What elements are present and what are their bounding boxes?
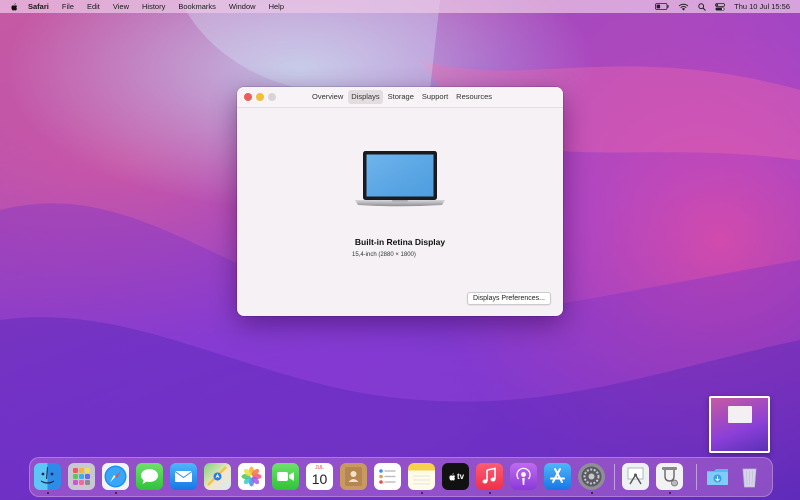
downloads-folder-icon[interactable] — [704, 463, 731, 490]
notes-icon[interactable] — [408, 463, 435, 490]
tab-resources[interactable]: Resources — [453, 90, 495, 104]
messages-icon[interactable] — [136, 463, 163, 490]
maps-icon[interactable] — [204, 463, 231, 490]
menu-window[interactable]: Window — [229, 2, 256, 11]
close-button[interactable] — [244, 93, 252, 101]
trash-icon[interactable] — [736, 463, 763, 490]
preview-icon[interactable] — [622, 463, 649, 490]
control-center-icon[interactable] — [715, 2, 726, 11]
minimize-button[interactable] — [256, 93, 264, 101]
system-information-icon[interactable] — [656, 463, 683, 490]
menu-bar: Safari File Edit View History Bookmarks … — [0, 0, 800, 13]
dock-separator — [614, 464, 615, 490]
app-store-icon[interactable] — [544, 463, 571, 490]
running-indicator — [421, 492, 423, 494]
facetime-icon[interactable] — [272, 463, 299, 490]
menu-help[interactable]: Help — [269, 2, 284, 11]
tab-storage[interactable]: Storage — [385, 90, 417, 104]
search-icon[interactable] — [698, 2, 707, 11]
system-preferences-icon[interactable] — [578, 463, 605, 490]
dock: JUL 10 tv — [29, 457, 773, 497]
wifi-icon[interactable] — [678, 3, 689, 11]
menu-bookmarks[interactable]: Bookmarks — [178, 2, 216, 11]
running-indicator — [47, 492, 49, 494]
mail-icon[interactable] — [170, 463, 197, 490]
zoom-button — [268, 93, 276, 101]
menu-view[interactable]: View — [113, 2, 129, 11]
running-indicator — [489, 492, 491, 494]
apple-menu-icon[interactable] — [9, 2, 19, 12]
podcasts-icon[interactable] — [510, 463, 537, 490]
tv-icon[interactable]: tv — [442, 463, 469, 490]
about-this-mac-window: Overview Displays Storage Support Resour… — [237, 87, 563, 316]
running-indicator — [669, 492, 671, 494]
tv-label: tv — [456, 472, 465, 481]
displays-preferences-button[interactable]: Displays Preferences... — [467, 292, 551, 305]
thumbnail-window-preview — [728, 406, 752, 423]
photos-icon[interactable] — [238, 463, 265, 490]
tab-bar: Overview Displays Storage Support Resour… — [309, 90, 495, 104]
menu-history[interactable]: History — [142, 2, 165, 11]
tab-support[interactable]: Support — [419, 90, 451, 104]
tab-overview[interactable]: Overview — [309, 90, 346, 104]
tab-displays[interactable]: Displays — [348, 90, 383, 104]
laptop-display-icon — [355, 151, 445, 207]
dock-separator — [696, 464, 697, 490]
calendar-day: 10 — [311, 471, 328, 487]
launchpad-icon[interactable] — [68, 463, 95, 490]
contacts-icon[interactable] — [340, 463, 367, 490]
menu-clock[interactable]: Thu 10 Jul 15:56 — [734, 2, 790, 11]
display-spec: 15,4-inch (2880 × 1800) — [352, 252, 416, 258]
menu-file[interactable]: File — [62, 2, 74, 11]
menu-app-name[interactable]: Safari — [28, 2, 49, 11]
battery-icon[interactable] — [655, 3, 669, 10]
display-name: Built-in Retina Display — [354, 237, 446, 247]
reminders-icon[interactable] — [374, 463, 401, 490]
running-indicator — [591, 492, 593, 494]
running-indicator — [115, 492, 117, 494]
safari-icon[interactable] — [102, 463, 129, 490]
apple-logo-icon — [449, 472, 456, 480]
finder-icon[interactable] — [34, 463, 61, 490]
music-icon[interactable] — [476, 463, 503, 490]
calendar-icon[interactable]: JUL 10 — [306, 463, 333, 490]
window-titlebar[interactable]: Overview Displays Storage Support Resour… — [237, 87, 563, 108]
screenshot-thumbnail[interactable] — [709, 396, 770, 453]
menu-edit[interactable]: Edit — [87, 2, 100, 11]
